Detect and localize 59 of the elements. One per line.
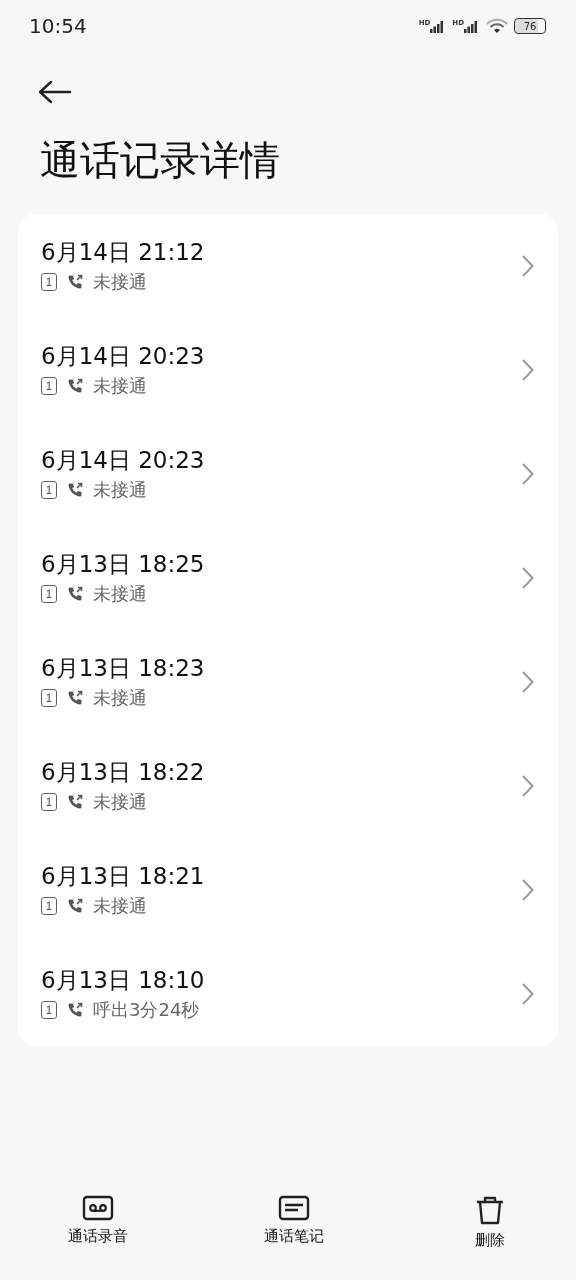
sim-badge: 1 bbox=[41, 377, 57, 395]
call-record-row[interactable]: 6月13日 18:21 1 未接通 bbox=[18, 838, 558, 942]
call-time: 6月13日 18:22 bbox=[41, 758, 205, 786]
toolbar-button[interactable]: 通话录音 bbox=[60, 1195, 136, 1250]
chevron-right-icon bbox=[522, 255, 534, 277]
page-title: 通话记录详情 bbox=[40, 136, 281, 185]
sim-badge: 1 bbox=[41, 481, 57, 499]
call-record-row[interactable]: 6月14日 20:23 1 未接通 bbox=[18, 422, 558, 526]
call-record-row[interactable]: 6月14日 21:12 1 未接通 bbox=[18, 214, 558, 318]
call-time: 6月14日 20:23 bbox=[41, 446, 205, 474]
outgoing-call-icon bbox=[67, 794, 83, 810]
note-icon bbox=[278, 1195, 310, 1221]
call-time: 6月14日 20:23 bbox=[41, 342, 205, 370]
call-record-row[interactable]: 6月13日 18:23 1 未接通 bbox=[18, 630, 558, 734]
call-time: 6月13日 18:10 bbox=[41, 966, 205, 994]
chevron-right-icon bbox=[522, 879, 534, 901]
wifi-icon bbox=[486, 18, 508, 34]
chevron-right-icon bbox=[522, 359, 534, 381]
call-status: 未接通 bbox=[93, 790, 147, 814]
sim-badge: 1 bbox=[41, 585, 57, 603]
sim-badge: 1 bbox=[41, 793, 57, 811]
outgoing-call-icon bbox=[67, 898, 83, 914]
signal-icon bbox=[464, 19, 480, 33]
trash-icon bbox=[475, 1195, 505, 1225]
call-status: 未接通 bbox=[93, 374, 147, 398]
tape-icon bbox=[82, 1195, 114, 1221]
call-status: 未接通 bbox=[93, 270, 147, 294]
chevron-right-icon bbox=[522, 983, 534, 1005]
call-time: 6月13日 18:23 bbox=[41, 654, 205, 682]
outgoing-call-icon bbox=[67, 482, 83, 498]
status-time: 10:54 bbox=[29, 14, 87, 38]
call-record-row[interactable]: 6月13日 18:22 1 未接通 bbox=[18, 734, 558, 838]
call-time: 6月13日 18:25 bbox=[41, 550, 205, 578]
sim-badge: 1 bbox=[41, 1001, 57, 1019]
outgoing-call-icon bbox=[67, 274, 83, 290]
toolbar-button[interactable]: 通话笔记 bbox=[256, 1195, 332, 1250]
outgoing-call-icon bbox=[67, 1002, 83, 1018]
chevron-right-icon bbox=[522, 463, 534, 485]
toolbar-button[interactable]: 删除 bbox=[452, 1195, 528, 1250]
chevron-right-icon bbox=[522, 775, 534, 797]
call-status: 未接通 bbox=[93, 894, 147, 918]
call-status: 未接通 bbox=[93, 686, 147, 710]
battery-icon: 76 bbox=[514, 18, 546, 34]
outgoing-call-icon bbox=[67, 378, 83, 394]
call-time: 6月14日 21:12 bbox=[41, 238, 205, 266]
sim-badge: 1 bbox=[41, 897, 57, 915]
call-record-row[interactable]: 6月13日 18:10 1 呼出3分24秒 bbox=[18, 942, 558, 1046]
call-time: 6月13日 18:21 bbox=[41, 862, 205, 890]
outgoing-call-icon bbox=[67, 586, 83, 602]
call-status: 未接通 bbox=[93, 582, 147, 606]
call-status: 呼出3分24秒 bbox=[93, 998, 200, 1022]
call-record-row[interactable]: 6月13日 18:25 1 未接通 bbox=[18, 526, 558, 630]
sim-badge: 1 bbox=[41, 273, 57, 291]
outgoing-call-icon bbox=[67, 690, 83, 706]
call-status: 未接通 bbox=[93, 478, 147, 502]
chevron-right-icon bbox=[522, 671, 534, 693]
sim-badge: 1 bbox=[41, 689, 57, 707]
chevron-right-icon bbox=[522, 567, 534, 589]
call-record-row[interactable]: 6月14日 20:23 1 未接通 bbox=[18, 318, 558, 422]
